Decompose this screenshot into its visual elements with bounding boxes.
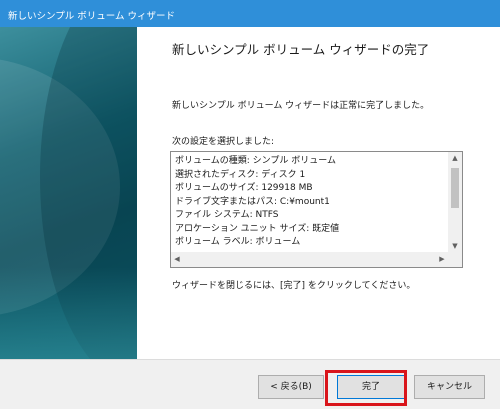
settings-label: 次の設定を選択しました: xyxy=(172,137,275,147)
list-item: ボリューム ラベル: ボリューム xyxy=(175,237,301,247)
settings-listbox[interactable]: ボリュームの種類: シンプル ボリューム 選択されたディスク: ディスク 1 ボ… xyxy=(170,151,463,268)
list-item: ドライブ文字またはパス: C:¥mount1 xyxy=(175,196,330,207)
list-item: 選択されたディスク: ディスク 1 xyxy=(175,169,306,180)
window-title: 新しいシンプル ボリューム ウィザード xyxy=(8,11,175,22)
back-button[interactable]: < 戻る(B) xyxy=(258,375,324,399)
list-item: ボリュームの種類: シンプル ボリューム xyxy=(175,156,336,166)
title-bar: 新しいシンプル ボリューム ウィザード xyxy=(0,0,500,27)
scroll-left-icon[interactable]: ◀ xyxy=(171,252,183,267)
finish-button[interactable]: 完了 xyxy=(337,375,405,399)
vertical-scrollbar[interactable]: ▲ ▼ xyxy=(448,152,462,252)
settings-list: ボリュームの種類: シンプル ボリューム 選択されたディスク: ディスク 1 ボ… xyxy=(175,155,443,249)
wizard-window: 新しいシンプル ボリューム ウィザード 新しいシンプル ボリューム ウィザードの… xyxy=(0,0,500,409)
list-item: アロケーション ユニット サイズ: 既定値 xyxy=(175,223,340,234)
scroll-up-icon[interactable]: ▲ xyxy=(448,152,462,164)
horizontal-scrollbar[interactable]: ◀ ▶ xyxy=(171,252,448,267)
scroll-right-icon[interactable]: ▶ xyxy=(436,252,448,267)
banner-decoration xyxy=(0,267,137,359)
close-instruction: ウィザードを閉じるには、[完了] をクリックしてください。 xyxy=(172,281,416,291)
scrollbar-corner xyxy=(448,252,462,267)
scrollbar-thumb[interactable] xyxy=(451,168,459,208)
wizard-side-banner xyxy=(0,27,137,359)
completion-message: 新しいシンプル ボリューム ウィザードは正常に完了しました。 xyxy=(172,101,430,111)
page-title: 新しいシンプル ボリューム ウィザードの完了 xyxy=(172,42,430,57)
button-bar: < 戻る(B) 完了 キャンセル xyxy=(0,359,500,409)
list-item: ファイル システム: NTFS xyxy=(175,210,279,220)
list-item: ボリュームのサイズ: 129918 MB xyxy=(175,183,313,193)
cancel-button[interactable]: キャンセル xyxy=(414,375,485,399)
scroll-down-icon[interactable]: ▼ xyxy=(448,240,462,252)
wizard-content: 新しいシンプル ボリューム ウィザードの完了 新しいシンプル ボリューム ウィザ… xyxy=(137,27,500,359)
